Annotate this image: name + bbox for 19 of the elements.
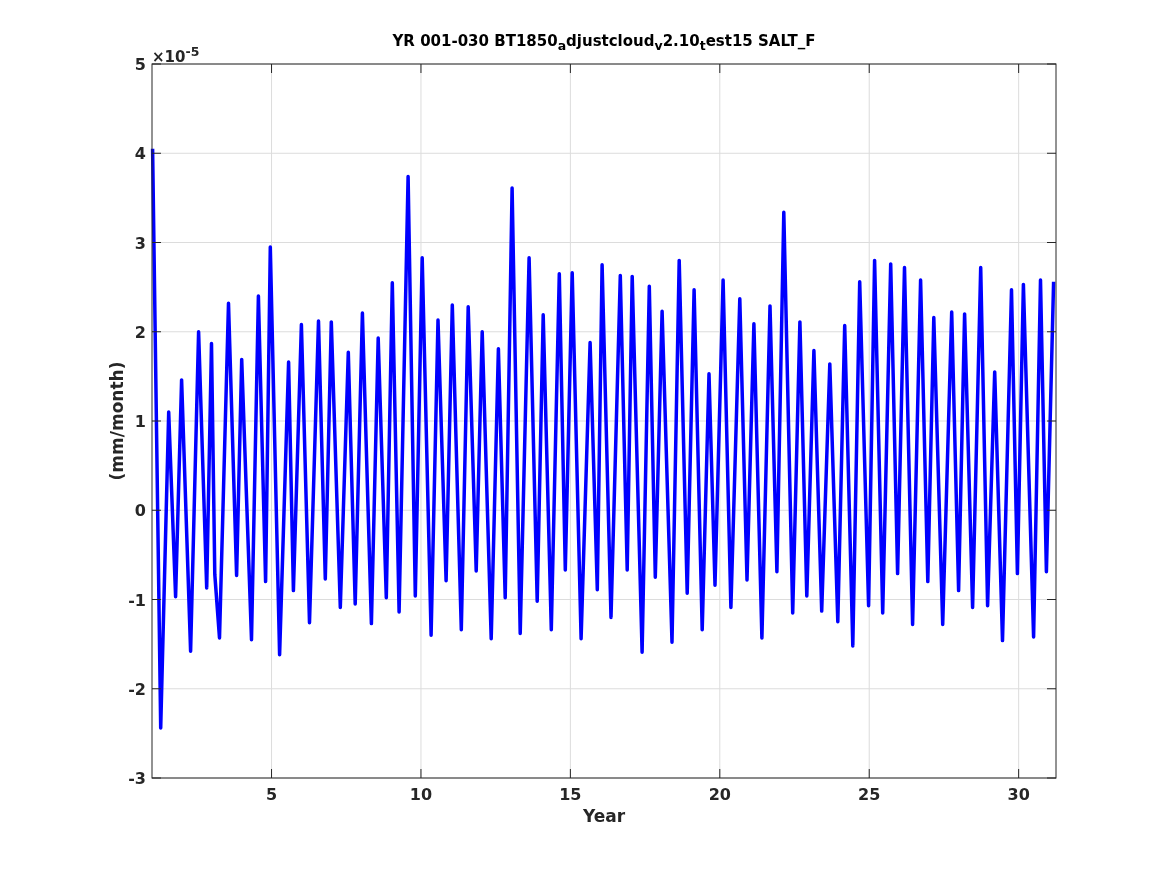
y-tick-label: 1: [134, 412, 146, 431]
x-tick-label: 30: [1007, 785, 1030, 804]
y-multiplier-label: ×10$^{-5}$: [152, 44, 200, 66]
y-tick-label: 2: [134, 322, 146, 342]
x-tick-label: 20: [708, 785, 731, 804]
y-axis-label: (mm/month): [107, 361, 127, 481]
y-tick-label: 5: [134, 55, 146, 74]
y-tick-label: -2: [128, 679, 146, 699]
chart-title: YR 001-030 BT1850$_{a}$djustcloud$_{v}$2.10$_{t}$est15 SALT_F: [392, 32, 816, 53]
y-tick-label: -3: [128, 769, 146, 788]
x-tick-label: 25: [858, 785, 881, 804]
x-axis-label: Year: [582, 806, 626, 826]
x-tick-label: 15: [559, 785, 582, 804]
y-tick-label: 4: [134, 144, 146, 164]
x-tick-label: 10: [409, 785, 433, 804]
x-tick-label: 5: [265, 785, 278, 804]
y-tick-label: 3: [134, 233, 146, 253]
y-tick-label: -1: [128, 590, 146, 610]
y-tick-label: 0: [134, 501, 146, 521]
